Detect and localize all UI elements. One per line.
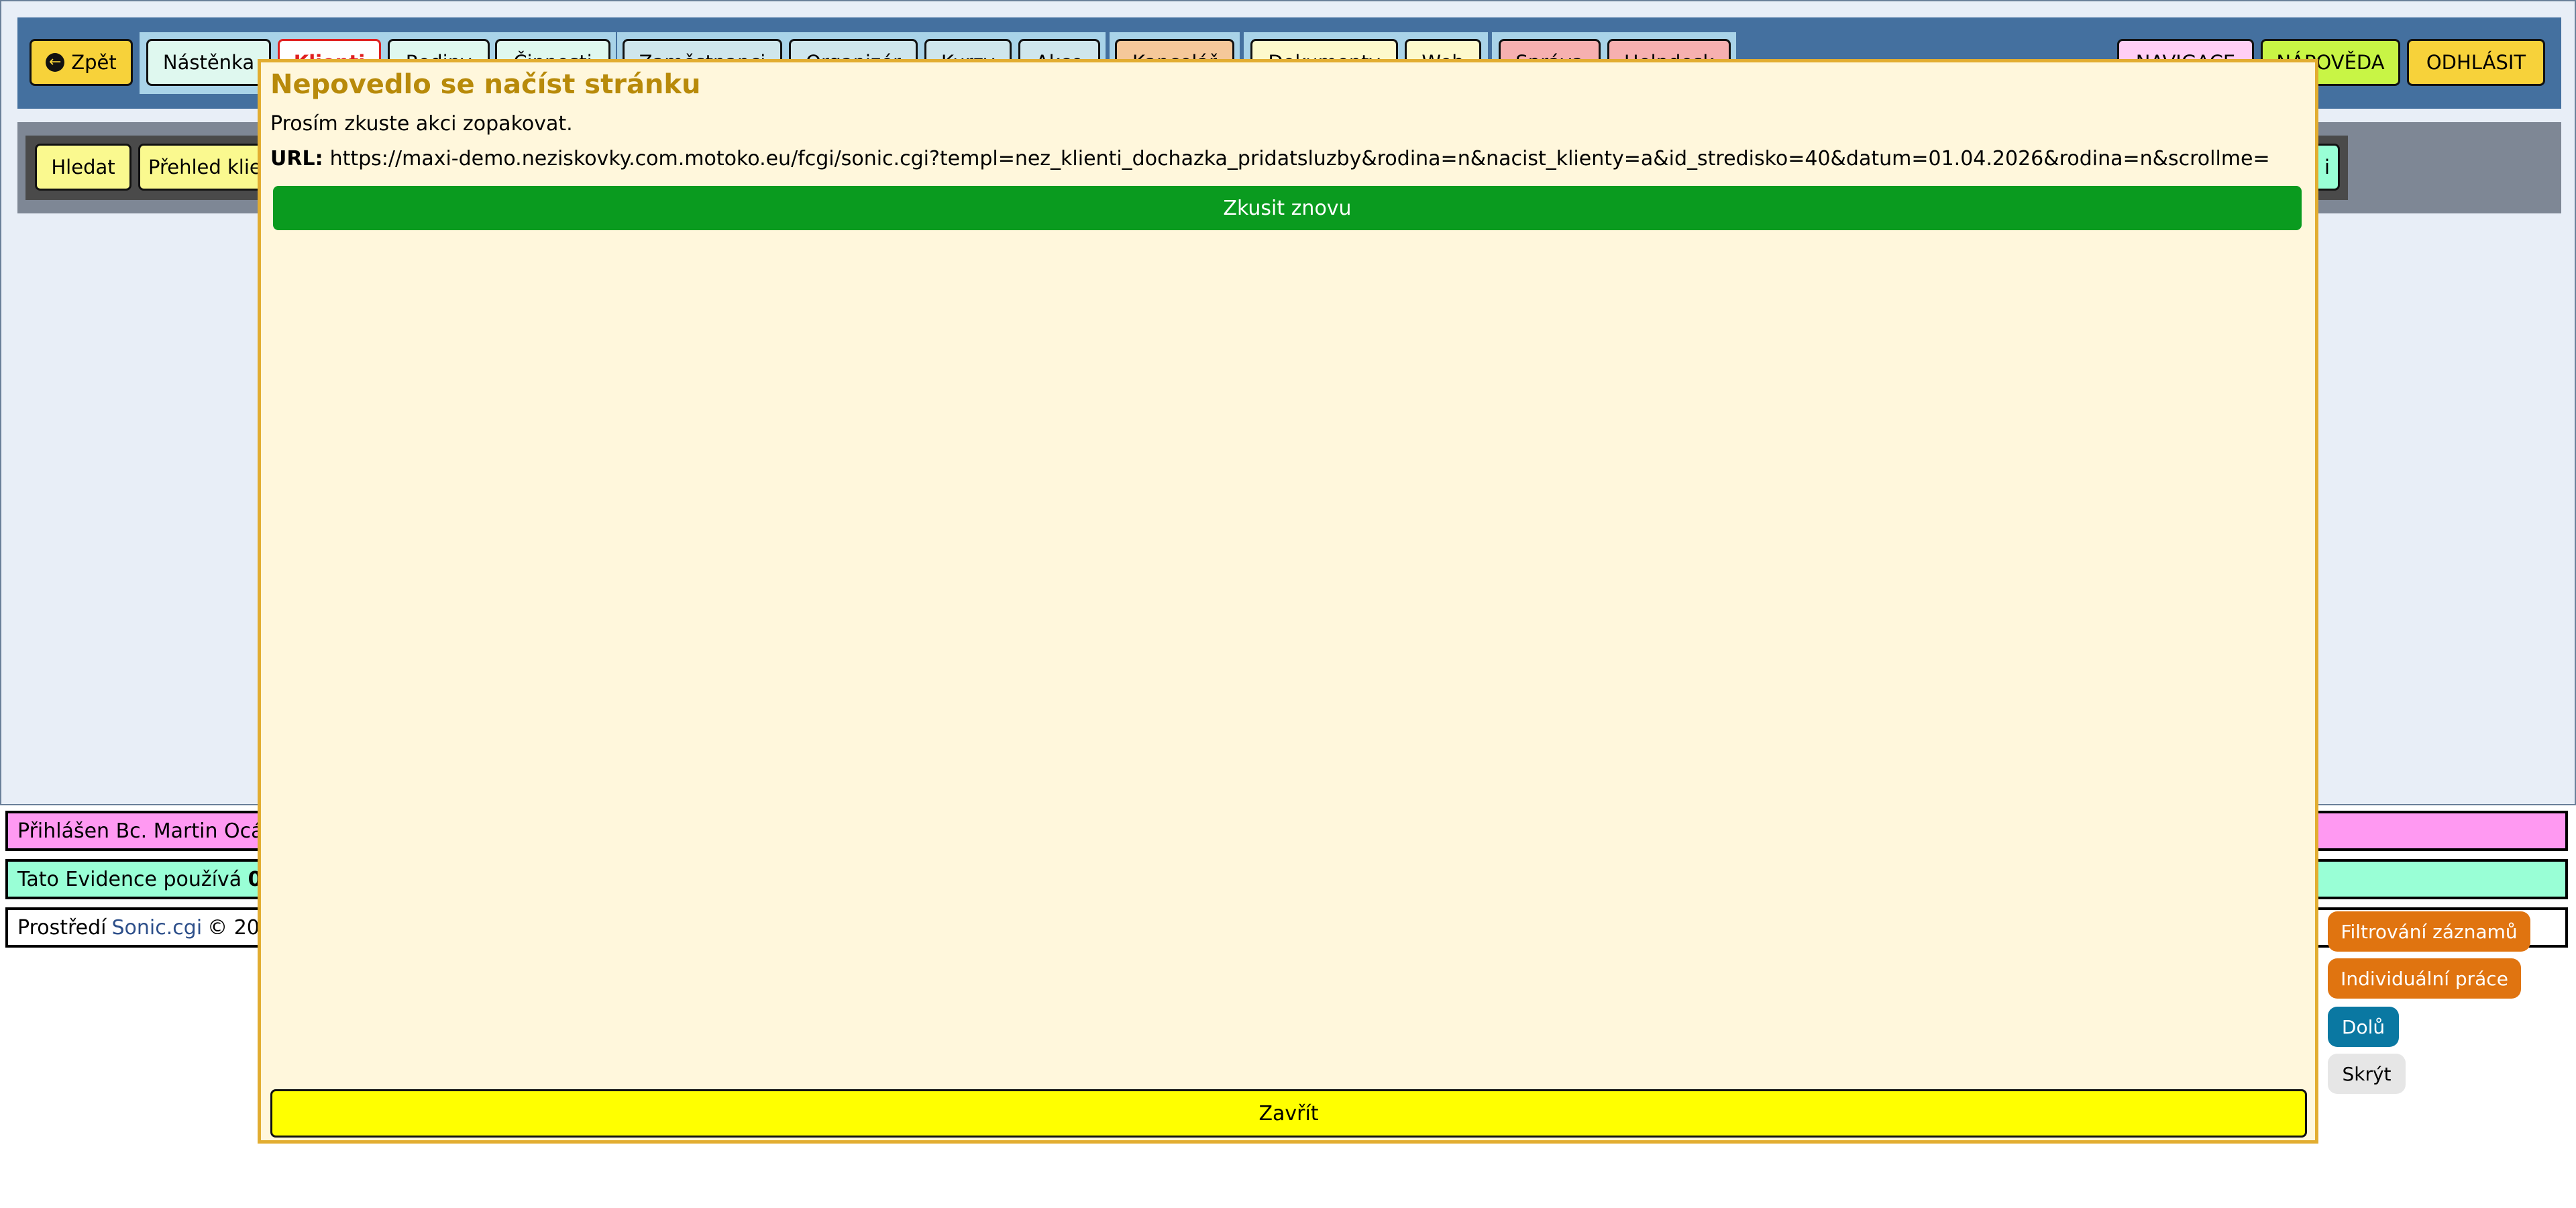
evidence-info-text: Tato Evidence používá <box>17 867 242 891</box>
close-button[interactable]: Zavřít <box>270 1089 2307 1138</box>
retry-button[interactable]: Zkusit znovu <box>273 186 2302 230</box>
environment-label: Prostředí <box>17 915 107 940</box>
sonic-link[interactable]: Sonic.cgi <box>112 916 203 940</box>
arrow-left-icon: ← <box>46 53 65 72</box>
back-label: Zpět <box>71 51 117 74</box>
back-button[interactable]: ← Zpět <box>30 39 133 86</box>
hide-button[interactable]: Skrýt <box>2328 1054 2406 1094</box>
dialog-url-line: URL: https://maxi-demo.neziskovky.com.mot… <box>270 147 2270 170</box>
dialog-title: Nepovedlo se načíst stránku <box>270 69 701 100</box>
scroll-down-button[interactable]: Dolů <box>2328 1007 2399 1047</box>
url-value: https://maxi-demo.neziskovky.com.motoko.… <box>329 147 2270 170</box>
logged-in-text: Přihlášen Bc. Martin Ocás <box>17 819 274 843</box>
search-button[interactable]: Hledat <box>35 144 131 191</box>
individual-work-button[interactable]: Individuální práce <box>2328 958 2521 999</box>
url-label: URL: <box>270 147 323 170</box>
nav-dashboard[interactable]: Nástěnka <box>146 39 271 86</box>
filter-records-button[interactable]: Filtrování záznamů <box>2328 911 2530 952</box>
error-dialog: Nepovedlo se načíst stránku Prosím zkust… <box>258 59 2318 1144</box>
dialog-message: Prosím zkuste akci zopakovat. <box>270 112 573 136</box>
logout-button[interactable]: ODHLÁSIT <box>2407 39 2545 86</box>
